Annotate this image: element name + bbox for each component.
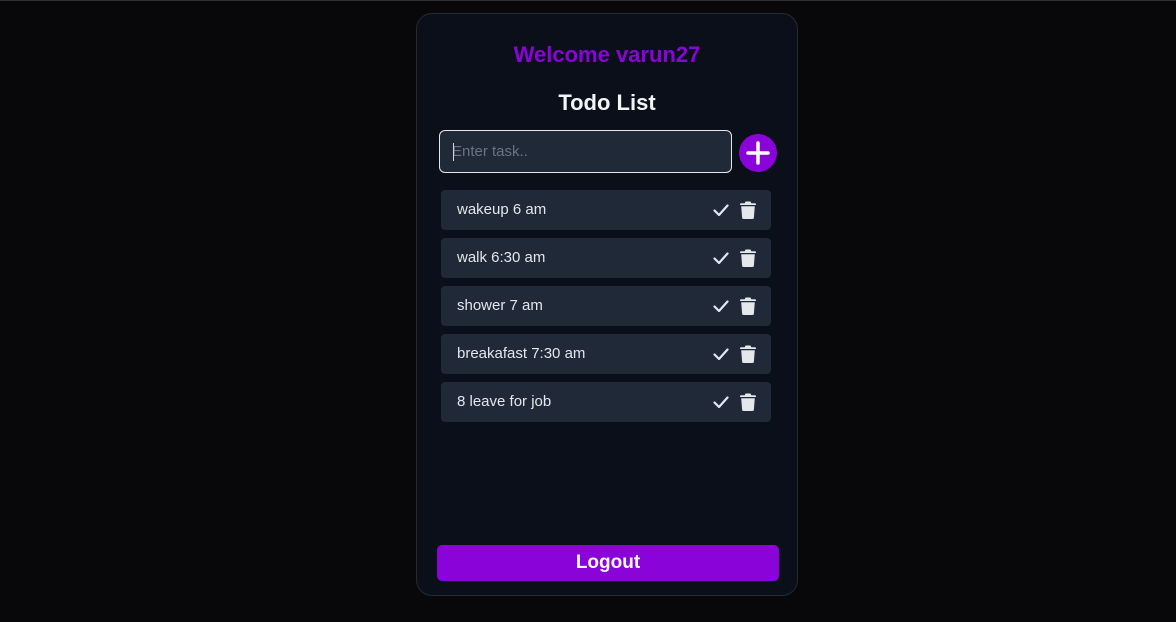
check-icon[interactable]: [713, 394, 729, 410]
text-cursor: [453, 143, 454, 161]
logout-button[interactable]: Logout: [437, 545, 779, 581]
welcome-heading: Welcome varun27: [513, 42, 701, 67]
todo-item: 8 leave for job: [441, 382, 771, 422]
add-task-button[interactable]: [739, 134, 777, 172]
check-icon[interactable]: [713, 346, 729, 362]
todo-text: shower 7 am: [457, 297, 543, 314]
trash-icon[interactable]: [740, 249, 756, 267]
todo-text: wakeup 6 am: [457, 201, 547, 218]
todo-item: breakafast 7:30 am: [441, 334, 771, 374]
trash-icon[interactable]: [740, 297, 756, 315]
todo-text: walk 6:30 am: [457, 249, 546, 266]
trash-icon[interactable]: [740, 393, 756, 411]
plus-icon: [746, 141, 770, 165]
page-title: Todo List: [558, 90, 656, 115]
todo-item: wakeup 6 am: [441, 190, 771, 230]
window-top-border: [0, 0, 1176, 1]
todo-list: wakeup 6 am walk 6:30 am shower 7 am bre…: [441, 190, 771, 430]
check-icon[interactable]: [713, 202, 729, 218]
todo-text: 8 leave for job: [457, 393, 552, 410]
check-icon[interactable]: [713, 250, 729, 266]
trash-icon[interactable]: [740, 201, 756, 219]
todo-text: breakafast 7:30 am: [457, 345, 586, 362]
todo-item: shower 7 am: [441, 286, 771, 326]
check-icon[interactable]: [713, 298, 729, 314]
task-input[interactable]: [439, 130, 732, 173]
todo-card: Welcome varun27 Todo List wakeup 6 am wa…: [416, 13, 798, 596]
trash-icon[interactable]: [740, 345, 756, 363]
todo-item: walk 6:30 am: [441, 238, 771, 278]
